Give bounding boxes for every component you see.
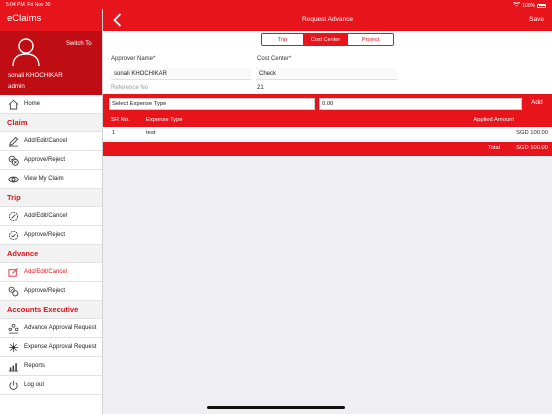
tab-project[interactable]: Project <box>348 34 393 45</box>
status-right: 100% <box>513 1 546 9</box>
amount-input[interactable]: 0.00 <box>319 98 522 110</box>
sidebar-item-trip-add-edit-cancel[interactable]: Add/Edit/Cancel <box>0 207 102 226</box>
row-sr-no: 1 <box>112 130 116 136</box>
sidebar-item-label: Expense Approval Request <box>24 344 97 350</box>
row-applied-amount: SGD 100.00 <box>516 130 548 136</box>
table-header: SR No. Expense Type Applied Amount <box>103 114 552 127</box>
avatar-icon <box>10 35 42 67</box>
sidebar-item-advance-add-edit-cancel[interactable]: Add/Edit/Cancel <box>0 263 102 282</box>
sidebar-item-label: Advance Approval Request <box>24 325 97 331</box>
expense-type-select[interactable]: Select Expense Type <box>109 98 315 110</box>
top-bar: Request Advance Save <box>103 9 552 31</box>
tab-trip[interactable]: Trip <box>262 34 304 45</box>
profile-panel: Switch To sonali KHOCHIKAR admin <box>0 31 102 95</box>
app-title: eClaims <box>0 9 102 31</box>
users-icon <box>7 322 20 335</box>
sidebar-item-label: Reports <box>24 363 46 369</box>
sidebar-item-expense-approval-request[interactable]: Expense Approval Request <box>0 338 102 357</box>
sidebar-item-label: Approve/Reject <box>24 288 66 294</box>
sidebar-item-trip-approve-reject[interactable]: Approve/Reject <box>0 226 102 245</box>
row-expense-type: test <box>146 130 156 136</box>
sidebar-item-logout[interactable]: Log out <box>0 376 102 395</box>
column-applied-amount: Applied Amount <box>473 117 514 123</box>
approver-name-value: sonali KHOCHIKAR <box>114 71 168 77</box>
status-date: Fri Nov 30 <box>27 2 51 8</box>
segment-control: Trip Cost Center Project <box>261 33 394 46</box>
sidebar-item-label: Add/Edit/Cancel <box>24 138 68 144</box>
advance-approve-icon <box>7 285 20 298</box>
sidebar-item-view-my-claim[interactable]: View My Claim <box>0 170 102 189</box>
user-name: sonali KHOCHIKAR <box>8 72 63 79</box>
section-advance: Advance <box>0 245 102 263</box>
wifi-icon <box>513 1 521 9</box>
advance-edit-icon <box>7 266 20 279</box>
switch-to-button[interactable]: Switch To <box>66 41 92 47</box>
home-indicator <box>207 406 345 409</box>
page-title: Request Advance <box>302 16 353 23</box>
sidebar-item-claim-add-edit-cancel[interactable]: Add/Edit/Cancel <box>0 132 102 151</box>
sidebar-item-label: Approve/Reject <box>24 232 66 238</box>
total-label: Total <box>487 145 500 151</box>
section-accounts-executive: Accounts Executive <box>0 301 102 319</box>
tab-cost-center[interactable]: Cost Center <box>304 34 348 45</box>
sidebar-item-label: Home <box>24 101 41 107</box>
save-button[interactable]: Save <box>529 16 544 23</box>
sidebar-item-label: Add/Edit/Cancel <box>24 213 68 219</box>
power-icon <box>7 379 20 392</box>
approve-reject-icon <box>7 154 20 167</box>
approver-name-label: Approver Name* <box>111 56 156 62</box>
sidebar-item-claim-approve-reject[interactable]: Approve/Reject <box>0 151 102 170</box>
battery-icon <box>537 3 546 8</box>
network-icon <box>7 341 20 354</box>
sidebar-item-advance-approval-request[interactable]: Advance Approval Request <box>0 319 102 338</box>
sidebar-item-reports[interactable]: Reports <box>0 357 102 376</box>
trip-edit-icon <box>7 210 20 223</box>
add-button[interactable]: Add <box>531 99 543 106</box>
sidebar-item-advance-approve-reject[interactable]: Approve/Reject <box>0 282 102 301</box>
pencil-icon <box>7 135 20 148</box>
bar-chart-icon <box>7 360 20 373</box>
section-claim: Claim <box>0 114 102 132</box>
column-sr-no: SR No. <box>111 117 130 123</box>
trip-approve-icon <box>7 229 20 242</box>
total-value: SGD 100.00 <box>516 145 548 151</box>
cost-center-value: Check <box>259 71 277 77</box>
status-bar: 5:04 PM Fri Nov 30 100% <box>0 0 552 9</box>
status-time: 5:04 PM <box>6 2 25 8</box>
sidebar-item-label: View My Claim <box>24 176 64 182</box>
user-role: admin <box>8 83 25 90</box>
sidebar-item-label: Add/Edit/Cancel <box>24 269 68 275</box>
cost-center-field[interactable] <box>256 68 397 80</box>
reference-no-label: Reference No <box>111 85 149 91</box>
cost-center-label: Cost Center* <box>257 56 292 62</box>
sidebar: eClaims Switch To sonali KHOCHIKAR admin… <box>0 9 103 414</box>
table-total-row: Total SGD 100.00 <box>103 142 552 156</box>
sidebar-item-home[interactable]: Home <box>0 95 102 114</box>
table-row[interactable]: 1 test SGD 100.00 <box>103 127 552 141</box>
content-area <box>103 156 552 414</box>
sidebar-item-label: Approve/Reject <box>24 157 66 163</box>
sidebar-item-label: Log out <box>24 382 45 388</box>
section-trip: Trip <box>0 189 102 207</box>
battery-percent: 100% <box>522 2 535 9</box>
reference-no-value: 21 <box>257 85 264 91</box>
home-icon <box>7 98 20 111</box>
column-expense-type: Expense Type <box>146 117 183 123</box>
eye-icon <box>7 173 20 186</box>
status-time-date: 5:04 PM Fri Nov 30 <box>6 2 50 8</box>
